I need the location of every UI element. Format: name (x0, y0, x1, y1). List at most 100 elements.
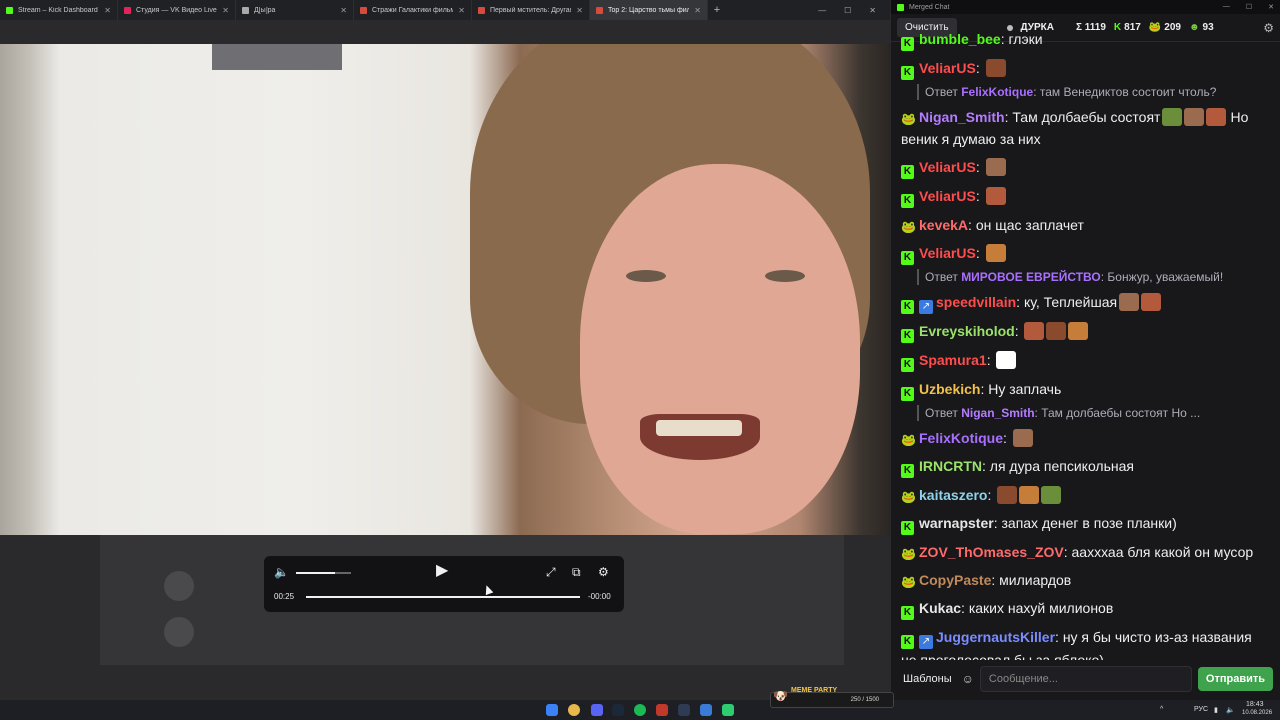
chat-username[interactable]: ZOV_ThOmases_ZOV (919, 544, 1064, 560)
browser-icon[interactable] (700, 704, 712, 716)
video-frame[interactable] (0, 44, 890, 535)
maximize-icon[interactable]: ☐ (844, 6, 851, 15)
chat-message[interactable]: 🐸 ZOV_ThOmases_ZOV: аахххаа бля какой он … (901, 541, 1271, 563)
fullscreen-icon[interactable]: ⤢ (546, 566, 556, 578)
chat-message[interactable]: K ↗ JuggernautsKiller: ну я бы чисто из-аз… (901, 626, 1271, 660)
browser-tab[interactable]: Стражи Галактики фильм, 2014 ✕ (354, 0, 472, 20)
volume-slider[interactable] (296, 572, 351, 574)
chat-message[interactable]: K Kukac: каких нахуй милионов (901, 597, 1271, 620)
chat-username[interactable]: Uzbekich (919, 381, 980, 397)
tab-bar: Stream – Kick Dashboard ✕ Студия — VK Виде… (0, 0, 890, 20)
tab-close-icon[interactable]: ✕ (694, 6, 701, 15)
speaker-icon[interactable]: 🔈 (1226, 706, 1235, 714)
volume-icon[interactable]: 🔈 (274, 566, 289, 578)
close-icon[interactable]: ✕ (1268, 3, 1274, 11)
kick-badge-icon: K (901, 37, 914, 51)
meme-party-widget[interactable]: 🐶 MEME PARTY 250 / 1500 (770, 687, 894, 708)
reply-username[interactable]: Nigan_Smith (961, 406, 1034, 420)
chrome-icon[interactable] (568, 704, 580, 716)
chat-username[interactable]: FelixKotique (919, 430, 1003, 446)
tab-close-icon[interactable]: ✕ (104, 6, 111, 15)
chat-username[interactable]: kevekA (919, 217, 968, 233)
tab-close-icon[interactable]: ✕ (458, 6, 465, 15)
chat-message[interactable]: K ↗ speedvillain: ку, Теплейшая (901, 291, 1271, 314)
tab-close-icon[interactable]: ✕ (340, 6, 347, 15)
spotify-icon[interactable] (634, 704, 646, 716)
templates-button[interactable]: Шаблоны (899, 669, 956, 689)
frog-badge-icon: 🐸 (901, 112, 916, 126)
chat-username[interactable]: kaitaszero (919, 487, 987, 503)
chat-username[interactable]: Evreyskiholod (919, 323, 1015, 339)
pip-icon[interactable]: ⧉ (572, 566, 581, 578)
app-icon[interactable] (722, 704, 734, 716)
chat-message[interactable]: K VeliarUS: (901, 57, 1271, 80)
discord-icon[interactable] (591, 704, 603, 716)
start-icon[interactable] (546, 704, 558, 716)
settings-icon[interactable]: ⚙ (598, 566, 609, 578)
steam-icon[interactable] (612, 704, 624, 716)
tab-close-icon[interactable]: ✕ (222, 6, 229, 15)
chat-message[interactable]: K Uzbekich: Ну заплачь (901, 378, 1271, 401)
chat-message[interactable]: K Spamura1: (901, 349, 1271, 372)
chat-username[interactable]: Kukac (919, 600, 961, 616)
chat-messages[interactable]: Kbumble_bee: глэки K VeliarUS: Ответ Felix… (891, 30, 1280, 660)
tray-chevron-icon[interactable]: ^ (1160, 706, 1163, 713)
chat-message[interactable]: Kwarnapster: запах денег в позе планки) (901, 512, 1271, 535)
network-icon[interactable]: ▮ (1214, 706, 1218, 714)
chat-username[interactable]: VeliarUS (919, 159, 976, 175)
chat-username[interactable]: CopyPaste (919, 572, 991, 588)
chat-window-title: Merged Chat (909, 3, 950, 11)
chat-username[interactable]: VeliarUS (919, 245, 976, 261)
emote-icon (996, 351, 1017, 369)
chat-username[interactable]: JuggernautsKiller (936, 629, 1055, 645)
kick-badge-icon: K (901, 464, 914, 478)
clock-time[interactable]: 18:43 (1246, 701, 1264, 708)
app-icon[interactable] (656, 704, 668, 716)
kick-badge-icon: K (901, 251, 914, 265)
play-icon[interactable]: ▶ (436, 563, 448, 579)
avatar (164, 617, 194, 647)
chat-username[interactable]: IRNCRTN (919, 458, 982, 474)
chat-message[interactable]: K VeliarUS: (901, 156, 1271, 179)
chat-message[interactable]: K IRNCRTN: ля дура пепсикольная (901, 455, 1271, 478)
maximize-icon[interactable]: ☐ (1246, 3, 1252, 11)
tab-close-icon[interactable]: ✕ (576, 6, 583, 15)
timeline-scrubber[interactable] (306, 596, 580, 598)
reply-prefix: Ответ (925, 270, 962, 284)
chat-username[interactable]: VeliarUS (919, 60, 976, 76)
chat-message[interactable]: 🐸 FelixKotique: (901, 427, 1271, 449)
reply-username[interactable]: МИРОВОЕ ЕВРЕЙСТВО (961, 270, 1101, 284)
chat-username[interactable]: speedvillain (936, 294, 1016, 310)
chat-message[interactable]: K VeliarUS: (901, 242, 1271, 265)
message-input[interactable] (979, 666, 1192, 692)
emoji-icon[interactable]: ☺ (962, 672, 974, 686)
chat-message[interactable]: 🐸 kaitaszero: (901, 484, 1271, 506)
chat-username[interactable]: warnapster (919, 515, 994, 531)
close-icon[interactable]: ✕ (869, 6, 876, 15)
chat-username[interactable]: VeliarUS (919, 188, 976, 204)
reply-username[interactable]: FelixKotique (961, 85, 1033, 99)
obs-icon[interactable] (678, 704, 690, 716)
chat-message[interactable]: K Evreyskiholod: (901, 320, 1271, 343)
chat-message[interactable]: 🐸 Nigan_Smith: Там долбаебы состоят Но вен… (901, 106, 1271, 150)
browser-tab[interactable]: Top 2: Царство тьмы фильм, 2013 ✕ (590, 0, 708, 20)
chat-message[interactable]: K VeliarUS: (901, 185, 1271, 208)
browser-tab[interactable]: Студия — VK Видео Live ✕ (118, 0, 236, 20)
browser-tab[interactable]: Д[ы]ра ✕ (236, 0, 354, 20)
chat-username[interactable]: Spamura1 (919, 352, 987, 368)
minimize-icon[interactable]: — (1223, 3, 1230, 11)
minimize-icon[interactable]: — (818, 6, 826, 15)
username-separator: : (968, 217, 976, 233)
chat-username[interactable]: Nigan_Smith (919, 109, 1005, 125)
clock-date[interactable]: 10.08.2026 (1242, 710, 1272, 716)
chat-username[interactable]: bumble_bee (919, 31, 1001, 47)
chat-message[interactable]: Kbumble_bee: глэки (901, 30, 1271, 51)
browser-tab[interactable]: Первый мститель: Другая война ✕ (472, 0, 590, 20)
chat-message[interactable]: 🐸 kevekA: он щас заплачет (901, 214, 1271, 236)
chat-message[interactable]: 🐸 CopyPaste: милиардов (901, 569, 1271, 591)
emote-icon (985, 59, 1006, 77)
send-button[interactable]: Отправить (1197, 667, 1273, 691)
new-tab-button[interactable]: + (708, 4, 726, 16)
language-indicator[interactable]: РУС (1194, 706, 1208, 713)
browser-tab[interactable]: Stream – Kick Dashboard ✕ (0, 0, 118, 20)
